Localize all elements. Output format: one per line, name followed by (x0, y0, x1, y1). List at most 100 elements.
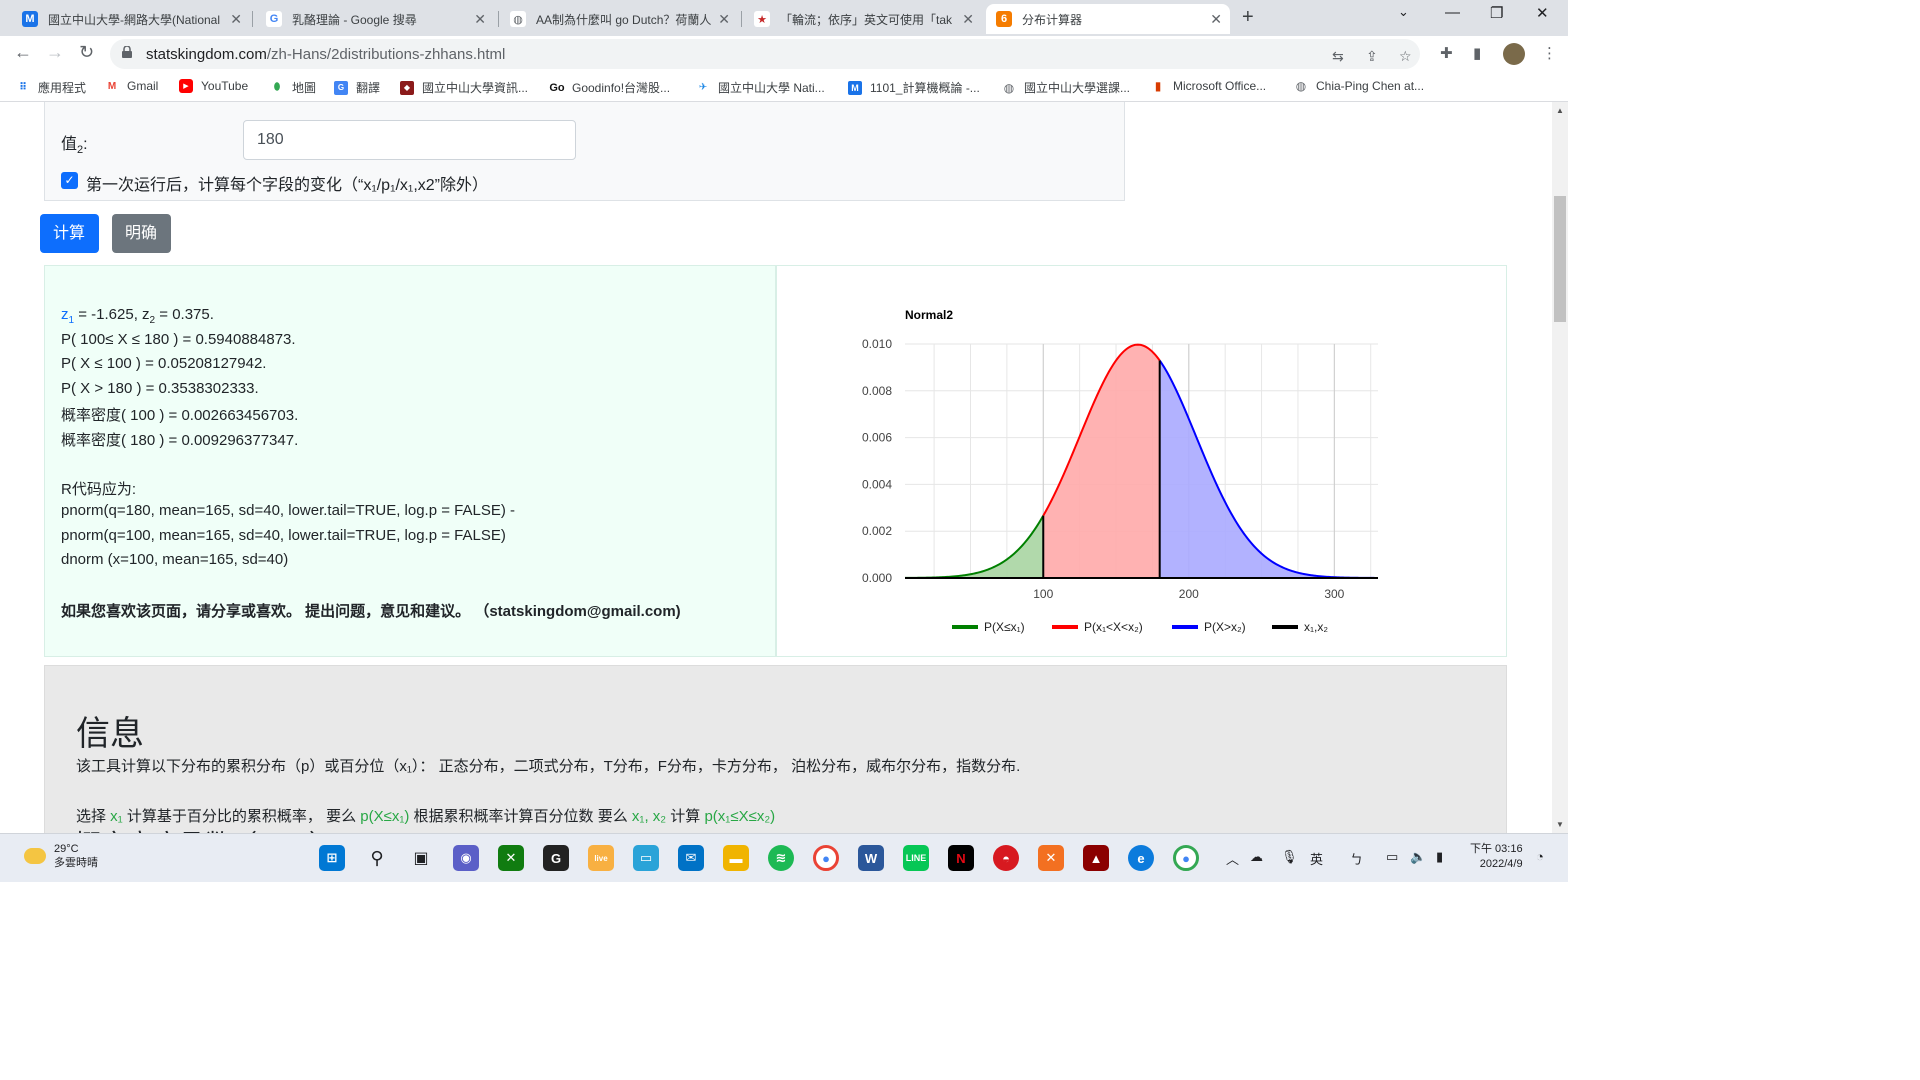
y-tick-label: 0.002 (862, 524, 892, 538)
bookmark-nsysu-info[interactable]: ◆ 國立中山大學資訊... (400, 79, 528, 96)
volume-icon[interactable]: 🔈 (1410, 849, 1426, 865)
bookmark-youtube[interactable]: ▶ YouTube (179, 79, 248, 93)
line-icon[interactable]: LINE (903, 845, 929, 871)
bookmark-ms-office[interactable]: ▮ Microsoft Office... (1151, 79, 1266, 93)
page-scrollbar[interactable]: ▲ ▼ (1552, 102, 1568, 833)
x-tick-label: 200 (1179, 587, 1199, 601)
weather-widget[interactable]: 29°C 多雲時晴 (24, 842, 98, 870)
search-icon[interactable]: ⚲ (364, 845, 390, 871)
temperature: 29°C (54, 843, 79, 855)
x-tick-label: 300 (1324, 587, 1344, 601)
google-favicon-icon: G (266, 11, 282, 27)
forward-arrow-icon[interactable]: → (46, 42, 64, 63)
clock-date: 2022/4/9 (1479, 858, 1523, 870)
spotify-icon[interactable]: ≋ (768, 845, 794, 871)
file-explorer-icon[interactable]: ▬ (723, 845, 749, 871)
edge-icon[interactable]: e (1128, 845, 1154, 871)
word-icon[interactable]: W (858, 845, 884, 871)
reload-icon[interactable]: ↻ (79, 42, 94, 63)
bookmark-goodinfo[interactable]: Go Goodinfo!台灣股... (549, 79, 671, 96)
share-icon[interactable]: ⇪ (1366, 48, 1378, 65)
value2-input[interactable]: 180 (243, 120, 576, 160)
tab-take-turns[interactable]: ★ 「輪流；依序」英文可使用「tak ✕ (744, 4, 982, 34)
tab-google-search[interactable]: G 乳酪理論 - Google 搜尋 ✕ (256, 4, 494, 34)
ime-indicator[interactable]: 英 (1310, 849, 1323, 868)
live-app-icon[interactable]: live (588, 845, 614, 871)
recalculate-checkbox[interactable]: ✓ (61, 172, 78, 189)
bookmark-label: Goodinfo!台灣股... (572, 81, 671, 95)
xampp-icon[interactable]: ✕ (1038, 845, 1064, 871)
desktop-icon[interactable]: ▭ (633, 845, 659, 871)
x-tick-label: 100 (1033, 587, 1053, 601)
mail-icon[interactable]: ✉ (678, 845, 704, 871)
trend-micro-icon[interactable]: ◓ (993, 845, 1019, 871)
info-text: 根据累积概率计算百分位数 要么 (409, 808, 632, 825)
info-text: 计算 (666, 808, 705, 825)
bookmark-star-icon[interactable]: ☆ (1399, 48, 1412, 65)
m-icon: M (848, 80, 862, 95)
url-path: /zh-Hans/2distributions-zhhans.html (266, 46, 506, 63)
bookmark-translate[interactable]: G 翻譯 (334, 79, 380, 96)
chrome-work-icon[interactable]: ● (1173, 845, 1199, 871)
task-view-icon[interactable]: ▣ (408, 845, 434, 871)
translate-page-icon[interactable]: ⇆ (1332, 48, 1344, 65)
bookmark-nsysu-course[interactable]: ◍ 國立中山大學選課... (1002, 79, 1130, 96)
tab-divider (252, 11, 253, 27)
teams-chat-icon[interactable]: ◉ (453, 845, 479, 871)
tab-go-dutch[interactable]: ◍ AA制為什麼叫 go Dutch？荷蘭人 ✕ (500, 4, 738, 34)
maximize-button[interactable]: ❐ (1490, 4, 1503, 22)
windows-taskbar: 29°C 多雲時晴 ⊞ ⚲ ▣ ◉ ✕ G live ▭ ✉ ▬ ≋ ● W LI… (0, 833, 1568, 882)
bookmark-gmail[interactable]: M Gmail (105, 79, 159, 93)
close-tab-icon[interactable]: ✕ (718, 11, 730, 28)
legend-swatch (1272, 625, 1298, 629)
new-tab-button[interactable]: + (1242, 6, 1254, 29)
ime-zhuyin-icon[interactable]: ㄅ (1350, 849, 1363, 868)
legend-swatch (952, 625, 978, 629)
tab-distribution-calculator[interactable]: 6 分布计算器 ✕ (986, 4, 1230, 34)
profile-avatar[interactable] (1503, 43, 1525, 65)
tab-search-chevron-icon[interactable]: ⌄ (1398, 4, 1409, 20)
close-tab-icon[interactable]: ✕ (474, 11, 486, 28)
close-tab-icon[interactable]: ✕ (1210, 11, 1222, 28)
menu-kebab-icon[interactable]: ⋮ (1542, 44, 1557, 62)
back-arrow-icon[interactable]: ← (14, 42, 32, 63)
notification-icon[interactable]: ◔ (1536, 849, 1544, 864)
network-icon[interactable]: ▭ (1386, 849, 1398, 865)
bookmark-chia-ping[interactable]: ◍ Chia-Ping Chen at... (1294, 79, 1424, 93)
side-panel-icon[interactable]: ▮ (1473, 44, 1481, 62)
close-tab-icon[interactable]: ✕ (962, 11, 974, 28)
onedrive-cloud-icon[interactable]: ☁ (1250, 849, 1263, 865)
microphone-icon[interactable]: 🎙 (1281, 849, 1298, 865)
bookmark-nsysu-national[interactable]: ✈ 國立中山大學 Nati... (696, 79, 825, 96)
clear-button[interactable]: 明确 (112, 214, 171, 253)
show-hidden-icons-chevron-icon[interactable]: ︿ (1226, 849, 1239, 868)
netflix-icon[interactable]: N (948, 845, 974, 871)
info-heading: 信息 (76, 715, 144, 753)
garena-icon[interactable]: G (543, 845, 569, 871)
chrome-icon[interactable]: ● (813, 845, 839, 871)
scrollbar-thumb[interactable] (1554, 196, 1566, 322)
bookmark-maps[interactable]: ⬮ 地圖 (270, 79, 316, 96)
bookmark-apps[interactable]: ⠿ 應用程式 (16, 79, 86, 96)
bloodhound-icon[interactable]: ▲ (1083, 845, 1109, 871)
close-tab-icon[interactable]: ✕ (230, 11, 242, 28)
windows-start-icon[interactable]: ⊞ (319, 845, 345, 871)
calculate-button[interactable]: 计算 (40, 214, 99, 253)
extensions-puzzle-icon[interactable]: ✚ (1440, 44, 1453, 62)
bookmark-computer-intro[interactable]: M 1101_計算機概論 -... (848, 79, 980, 96)
results-panel: z1 = -1.625, z2 = 0.375. P( 100≤ X ≤ 180… (44, 265, 776, 657)
bookmark-label: 翻譯 (356, 81, 381, 95)
scroll-down-arrow-icon[interactable]: ▼ (1556, 820, 1564, 829)
system-clock[interactable]: 下午 03:16 2022/4/9 (1470, 842, 1523, 872)
address-bar[interactable]: statskingdom.com/zh-Hans/2distributions-… (110, 39, 1420, 69)
battery-icon[interactable]: ▮ (1436, 849, 1443, 865)
gmail-icon: M (107, 80, 117, 92)
close-window-button[interactable]: ✕ (1536, 4, 1549, 22)
scroll-up-arrow-icon[interactable]: ▲ (1556, 106, 1564, 115)
translate-icon: G (334, 80, 348, 95)
legend-label: P(X≤x₁) (984, 620, 1025, 634)
xbox-icon[interactable]: ✕ (498, 845, 524, 871)
tab-nsysu-cyber[interactable]: M 國立中山大學-網路大學(National ✕ (12, 4, 250, 34)
minimize-button[interactable]: — (1445, 4, 1460, 21)
tab-divider (498, 11, 499, 27)
